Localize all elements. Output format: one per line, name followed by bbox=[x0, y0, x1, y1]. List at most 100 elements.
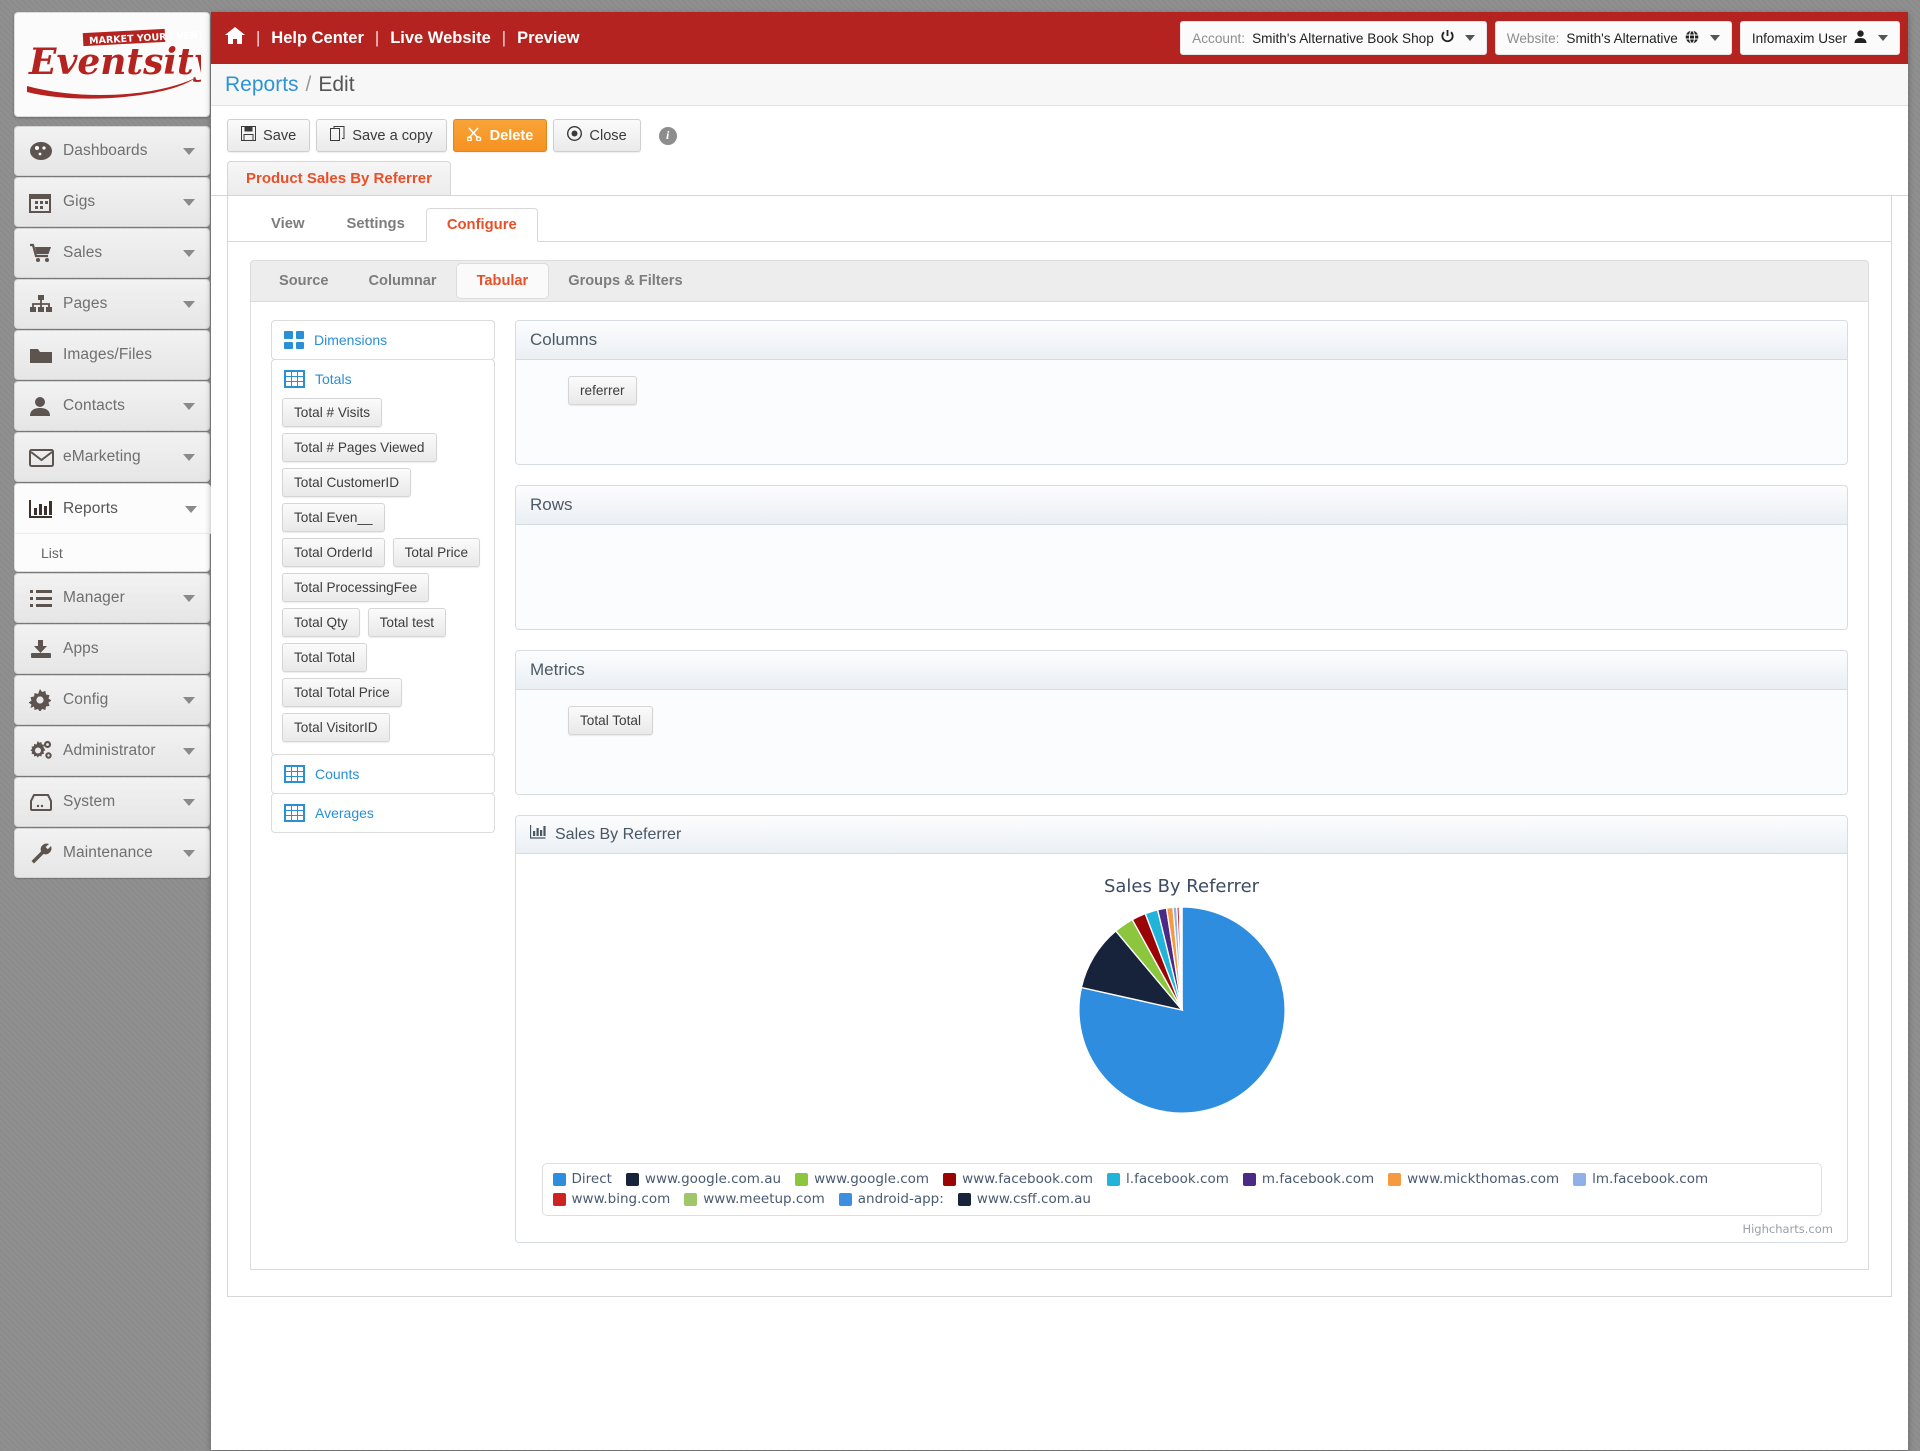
globe-icon[interactable] bbox=[1685, 29, 1699, 47]
legend-item[interactable]: www.facebook.com bbox=[943, 1171, 1093, 1187]
legend-item[interactable]: www.bing.com bbox=[552, 1191, 670, 1207]
delete-button[interactable]: Delete bbox=[452, 119, 548, 152]
legend-item[interactable]: www.google.com.au bbox=[625, 1171, 781, 1187]
live-website-link[interactable]: Live Website bbox=[390, 29, 491, 48]
legend-item[interactable]: www.google.com bbox=[795, 1171, 929, 1187]
legend-item[interactable]: lm.facebook.com bbox=[1573, 1171, 1708, 1187]
chevron-down-icon[interactable] bbox=[185, 505, 197, 513]
legend-item[interactable]: l.facebook.com bbox=[1107, 1171, 1229, 1187]
tab-configure[interactable]: Configure bbox=[425, 208, 538, 242]
dropzone-rows-body[interactable] bbox=[516, 525, 1847, 629]
sidebar-item-label: Manager bbox=[63, 589, 125, 606]
legend-item[interactable]: Direct bbox=[552, 1171, 612, 1187]
home-icon[interactable] bbox=[225, 27, 245, 49]
field-pill[interactable]: Total VisitorID bbox=[282, 713, 390, 742]
save-a-copy-button[interactable]: Save a copy bbox=[316, 119, 447, 152]
field-pill[interactable]: Total Price bbox=[392, 538, 481, 567]
account-selector[interactable]: Account: Smith's Alternative Book Shop bbox=[1180, 21, 1487, 55]
field-pill[interactable]: Total # Visits bbox=[282, 398, 383, 427]
tab-source-label: Source bbox=[279, 273, 329, 289]
user-icon[interactable] bbox=[1854, 30, 1867, 46]
tab-groups-filters[interactable]: Groups & Filters bbox=[548, 264, 702, 298]
brand-logo[interactable]: MARKET YOUR EVENT Eventsity bbox=[14, 12, 210, 117]
sidebar-item-label: Administrator bbox=[63, 742, 156, 759]
sidebar-item-gigs[interactable]: Gigs bbox=[14, 177, 210, 227]
field-pill[interactable]: Total Qty bbox=[282, 608, 360, 637]
chevron-down-icon[interactable] bbox=[183, 799, 195, 806]
sidebar-item-contacts[interactable]: Contacts bbox=[14, 381, 210, 431]
tab-columnar[interactable]: Columnar bbox=[348, 264, 456, 298]
field-pill[interactable]: Total Even__ bbox=[282, 503, 385, 532]
field-pill[interactable]: Total Total bbox=[282, 643, 367, 672]
chevron-down-icon[interactable] bbox=[1878, 35, 1888, 41]
chevron-down-icon[interactable] bbox=[183, 697, 195, 704]
field-pill[interactable]: Total OrderId bbox=[282, 538, 385, 567]
legend-item[interactable]: www.meetup.com bbox=[684, 1191, 825, 1207]
report-panel: View Settings Configure Source Columnar … bbox=[227, 196, 1892, 1297]
chevron-down-icon[interactable] bbox=[183, 454, 195, 461]
sidebar-item-system[interactable]: System bbox=[14, 777, 210, 827]
info-icon[interactable]: i bbox=[658, 126, 677, 145]
tab-tabular[interactable]: Tabular bbox=[456, 264, 549, 298]
save-button[interactable]: Save bbox=[227, 119, 311, 152]
power-icon[interactable] bbox=[1441, 29, 1454, 47]
chevron-down-icon[interactable] bbox=[183, 199, 195, 206]
dropzone-rows[interactable]: Rows bbox=[515, 485, 1848, 630]
pie-slice[interactable] bbox=[1180, 906, 1183, 1011]
field-pill[interactable]: Total # Pages Viewed bbox=[282, 433, 437, 462]
sidebar-item-manager[interactable]: Manager bbox=[14, 573, 210, 623]
sidebar-item-sales[interactable]: Sales bbox=[14, 228, 210, 278]
breadcrumb-root[interactable]: Reports bbox=[225, 73, 299, 97]
chevron-down-icon[interactable] bbox=[183, 250, 195, 257]
field-group-totals-header[interactable]: Totals bbox=[272, 360, 494, 398]
sidebar-item-images-files[interactable]: Images/Files bbox=[14, 330, 210, 380]
dropzone-columns-body[interactable]: referrer bbox=[516, 360, 1847, 464]
sidebar-item-reports[interactable]: Reports bbox=[15, 484, 211, 534]
report-tab-product-sales-by-referrer[interactable]: Product Sales By Referrer bbox=[227, 161, 451, 195]
legend-item[interactable]: m.facebook.com bbox=[1242, 1171, 1374, 1187]
sidebar-item-administrator[interactable]: Administrator bbox=[14, 726, 210, 776]
dropzone-metrics-body[interactable]: Total Total bbox=[516, 690, 1847, 794]
preview-link[interactable]: Preview bbox=[517, 29, 579, 48]
field-group-counts-header[interactable]: Counts bbox=[272, 755, 494, 793]
chevron-down-icon[interactable] bbox=[1464, 35, 1475, 41]
sidebar-item-apps[interactable]: Apps bbox=[14, 624, 210, 674]
folder-icon bbox=[29, 342, 63, 368]
chevron-down-icon[interactable] bbox=[183, 403, 195, 410]
sidebar-item-pages[interactable]: Pages bbox=[14, 279, 210, 329]
help-center-link[interactable]: Help Center bbox=[271, 29, 364, 48]
sidebar-item-emarketing[interactable]: eMarketing bbox=[14, 432, 210, 482]
tab-settings[interactable]: Settings bbox=[325, 207, 425, 241]
legend-item[interactable]: android-app: bbox=[838, 1191, 944, 1207]
field-group-averages-header[interactable]: Averages bbox=[272, 794, 494, 832]
tab-view[interactable]: View bbox=[250, 207, 325, 241]
user-menu[interactable]: Infomaxim User bbox=[1739, 21, 1900, 55]
chevron-down-icon[interactable] bbox=[183, 595, 195, 602]
dropped-field-total-total[interactable]: Total Total bbox=[568, 706, 653, 735]
legend-item[interactable]: www.mickthomas.com bbox=[1388, 1171, 1559, 1187]
website-selector[interactable]: Website: Smith's Alternative bbox=[1494, 21, 1732, 55]
field-group-dimensions-header[interactable]: Dimensions bbox=[272, 321, 494, 359]
chevron-down-icon[interactable] bbox=[1709, 35, 1720, 41]
close-button[interactable]: Close bbox=[553, 119, 641, 152]
chart-title: Sales By Referrer bbox=[1103, 876, 1260, 897]
dropzone-metrics[interactable]: Metrics Total Total bbox=[515, 650, 1848, 795]
chevron-down-icon[interactable] bbox=[183, 301, 195, 308]
sidebar-item-maintenance[interactable]: Maintenance bbox=[14, 828, 210, 878]
field-pill[interactable]: Total CustomerID bbox=[282, 468, 412, 497]
sidebar-item-dashboards[interactable]: Dashboards bbox=[14, 126, 210, 176]
sidebar-item-config[interactable]: Config bbox=[14, 675, 210, 725]
pie-chart[interactable] bbox=[1075, 903, 1289, 1117]
field-pill[interactable]: Total ProcessingFee bbox=[282, 573, 430, 602]
chevron-down-icon[interactable] bbox=[183, 148, 195, 155]
sidebar-item-reports-list[interactable]: List bbox=[15, 535, 209, 571]
field-pill[interactable]: Total Total Price bbox=[282, 678, 402, 707]
dropped-field-referrer[interactable]: referrer bbox=[568, 376, 637, 405]
legend-item[interactable]: www.csff.com.au bbox=[957, 1191, 1091, 1207]
field-pill[interactable]: Total test bbox=[367, 608, 447, 637]
tab-source[interactable]: Source bbox=[259, 264, 348, 298]
dropzone-columns[interactable]: Columns referrer bbox=[515, 320, 1848, 465]
chevron-down-icon[interactable] bbox=[183, 850, 195, 857]
legend-swatch-icon bbox=[838, 1192, 852, 1206]
chevron-down-icon[interactable] bbox=[183, 748, 195, 755]
